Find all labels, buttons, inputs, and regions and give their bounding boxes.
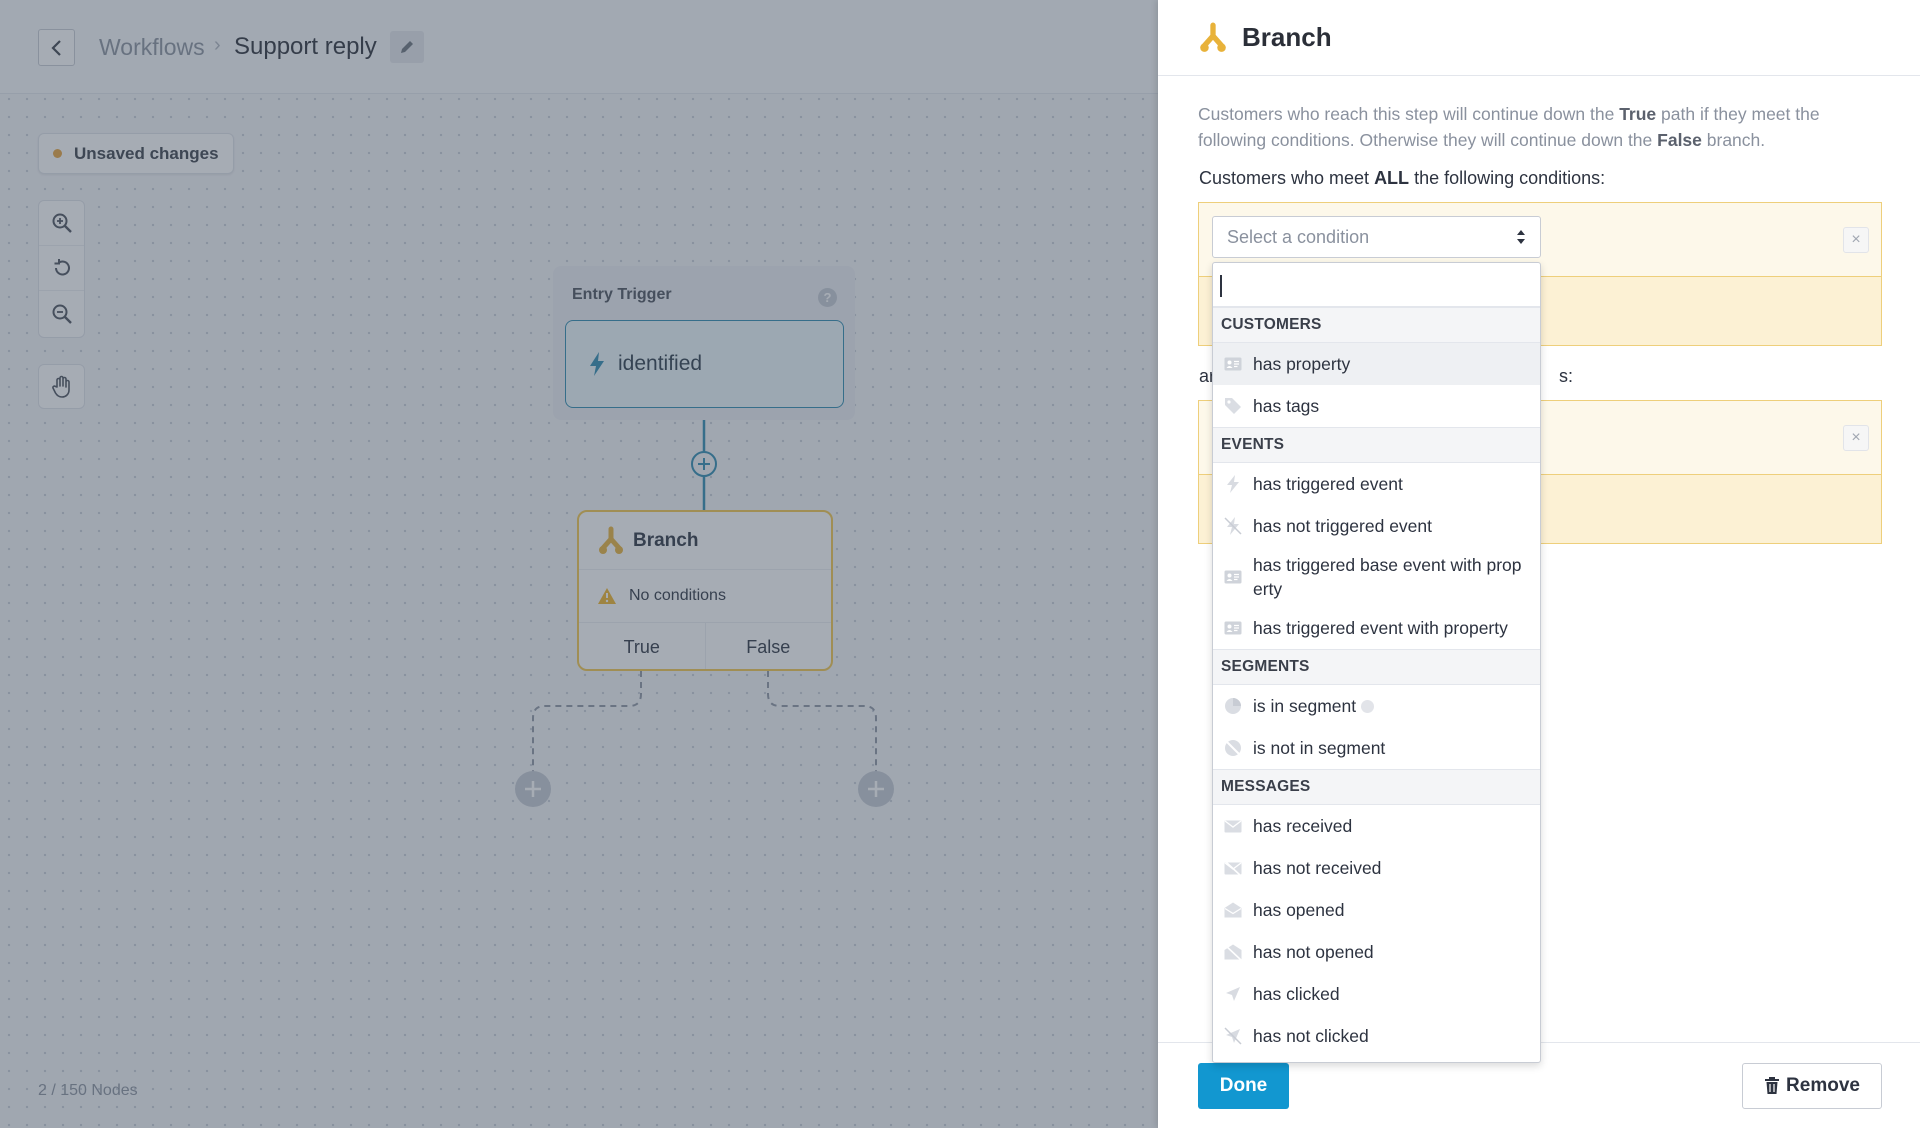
text-caret [1220,275,1222,297]
dropdown-group-header: SEGMENTS [1213,649,1540,685]
dropdown-option[interactable]: has not clicked [1213,1015,1540,1057]
tag-icon [1223,396,1243,416]
bolt-slash-icon [1223,516,1243,536]
remove-condition-button[interactable]: × [1843,425,1869,451]
option-label: has property [1253,353,1351,374]
dropdown-option[interactable]: has triggered event [1213,463,1540,505]
desc-text: Customers who reach this step will conti… [1198,104,1620,124]
option-label: has triggered base event with prop erty [1253,555,1522,599]
id-card-icon [1223,567,1243,587]
dropdown-option[interactable]: has triggered base event with prop erty [1213,547,1540,607]
done-button[interactable]: Done [1198,1063,1289,1109]
condition-dropdown: CUSTOMERS has property has tags EVENTS has t… [1212,262,1541,1063]
dropdown-option[interactable]: has property [1213,343,1540,385]
all-conditions-label: Customers who meet ALL the following con… [1199,168,1605,189]
dropdown-search-input[interactable] [1213,263,1540,307]
remove-button[interactable]: Remove [1742,1063,1882,1109]
envelope-open-slash-icon [1223,942,1243,962]
all-suffix: the following conditions: [1409,168,1606,188]
panel-header: Branch [1158,0,1920,76]
cursor-icon [1223,984,1243,1004]
dropdown-group-header: EVENTS [1213,427,1540,463]
dropdown-option[interactable]: is in segment [1213,685,1540,727]
option-label: has tags [1253,395,1320,416]
envelope-open-icon [1223,900,1243,920]
option-label: has not opened [1253,941,1374,962]
trash-icon [1764,1077,1780,1095]
panel-description: Customers who reach this step will conti… [1198,101,1878,153]
dropdown-group-header: CUSTOMERS [1213,307,1540,343]
option-label: has not triggered event [1253,515,1433,536]
dropdown-options: CUSTOMERS has property has tags EVENTS has t… [1213,307,1540,1057]
dropdown-option[interactable]: has opened [1213,889,1540,931]
desc-false: False [1657,130,1702,150]
envelope-icon [1223,816,1243,836]
pie-chart-slash-icon [1223,738,1243,758]
remove-label: Remove [1786,1075,1860,1096]
dropdown-option[interactable]: has not received [1213,847,1540,889]
dropdown-option[interactable]: has tags [1213,385,1540,427]
option-label: has not received [1253,857,1382,878]
sort-arrows-icon [1517,230,1525,244]
any-suffix: s: [1559,366,1574,386]
dropdown-option[interactable]: has triggered event with property [1213,607,1540,649]
branch-icon [1200,22,1226,52]
desc-text: branch. [1701,130,1766,150]
id-card-icon [1223,354,1243,374]
desc-true: True [1619,104,1657,124]
option-label: has clicked [1253,983,1340,1004]
info-icon[interactable] [1361,699,1375,713]
option-label: has triggered event [1253,473,1403,494]
cursor-slash-icon [1223,1026,1243,1046]
dropdown-option[interactable]: has received [1213,805,1540,847]
option-label: has received [1253,815,1353,836]
dropdown-option[interactable]: is not in segment [1213,727,1540,769]
branch-settings-panel: Branch Customers who reach this step wil… [1158,0,1920,1128]
bolt-icon [1223,474,1243,494]
dropdown-group-header: MESSAGES [1213,769,1540,805]
modal-backdrop[interactable] [0,0,1158,1128]
id-card-icon [1223,618,1243,638]
dropdown-option[interactable]: has not opened [1213,931,1540,973]
option-label: is not in segment [1253,737,1386,758]
panel-title: Branch [1242,22,1332,52]
dropdown-option[interactable]: has clicked [1213,973,1540,1015]
all-bold: ALL [1374,168,1410,188]
select-placeholder: Select a condition [1227,226,1370,247]
envelope-slash-icon [1223,858,1243,878]
option-label: has not clicked [1253,1025,1369,1046]
remove-condition-button[interactable]: × [1843,227,1869,253]
dropdown-option[interactable]: has not triggered event [1213,505,1540,547]
condition-select[interactable]: Select a condition [1212,216,1541,258]
option-label: has triggered event with property [1253,617,1508,638]
option-label: has opened [1253,899,1345,920]
option-label: is in segment [1253,695,1357,716]
all-prefix: Customers who meet [1199,168,1375,188]
pie-chart-icon [1223,696,1243,716]
